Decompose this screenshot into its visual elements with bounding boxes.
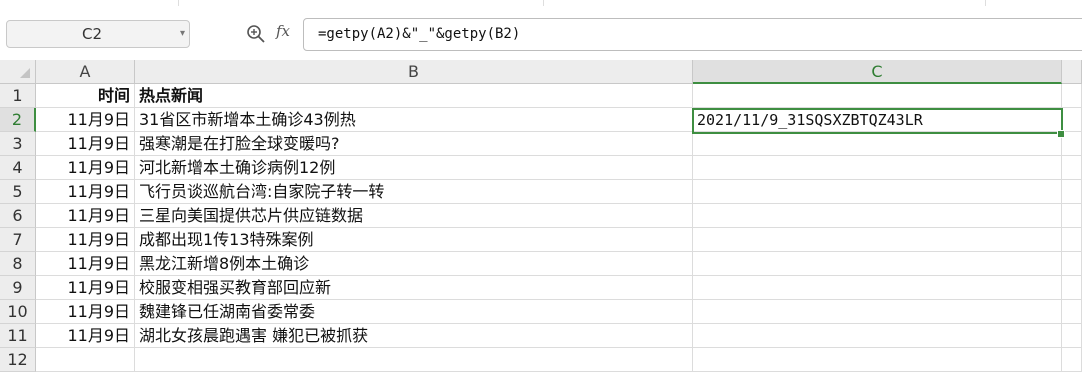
cell-b11[interactable]: 湖北女孩晨跑遇害 嫌犯已被抓获 bbox=[135, 324, 693, 348]
row-header-12[interactable]: 12 bbox=[0, 348, 36, 372]
cell-b12[interactable] bbox=[135, 348, 693, 372]
cell-a1[interactable]: 时间 bbox=[36, 84, 135, 108]
cell-c2[interactable]: 2021/11/9_31SQSXZBTQZ43LR bbox=[693, 108, 1062, 132]
cell-b10[interactable]: 魏建锋已任湖南省委常委 bbox=[135, 300, 693, 324]
row-header-3[interactable]: 3 bbox=[0, 132, 36, 156]
cell-d6[interactable] bbox=[1062, 204, 1082, 228]
cell-a2[interactable]: 11月9日 bbox=[36, 108, 135, 132]
row-header-6[interactable]: 6 bbox=[0, 204, 36, 228]
cell-c1[interactable] bbox=[693, 84, 1062, 108]
cell-d1[interactable] bbox=[1062, 84, 1082, 108]
cell-a8[interactable]: 11月9日 bbox=[36, 252, 135, 276]
cell-b7[interactable]: 成都出现1传13特殊案例 bbox=[135, 228, 693, 252]
row-header-10[interactable]: 10 bbox=[0, 300, 36, 324]
cell-d4[interactable] bbox=[1062, 156, 1082, 180]
cell-d11[interactable] bbox=[1062, 324, 1082, 348]
row-header-8[interactable]: 8 bbox=[0, 252, 36, 276]
cell-a10[interactable]: 11月9日 bbox=[36, 300, 135, 324]
cell-c12[interactable] bbox=[693, 348, 1062, 372]
cell-a4[interactable]: 11月9日 bbox=[36, 156, 135, 180]
row-header-5[interactable]: 5 bbox=[0, 180, 36, 204]
cell-b8[interactable]: 黑龙江新增8例本土确诊 bbox=[135, 252, 693, 276]
cell-a11[interactable]: 11月9日 bbox=[36, 324, 135, 348]
cell-a6[interactable]: 11月9日 bbox=[36, 204, 135, 228]
cell-d10[interactable] bbox=[1062, 300, 1082, 324]
formula-bar: C2 ▾ fx =getpy(A2)&"_"&getpy(B2) bbox=[0, 12, 1082, 60]
name-box[interactable]: C2 ▾ bbox=[6, 20, 190, 48]
fill-handle[interactable] bbox=[1057, 130, 1065, 138]
cell-b6[interactable]: 三星向美国提供芯片供应链数据 bbox=[135, 204, 693, 228]
cell-d7[interactable] bbox=[1062, 228, 1082, 252]
fx-icon[interactable]: fx bbox=[276, 22, 290, 40]
cell-c7[interactable] bbox=[693, 228, 1062, 252]
row-header-7[interactable]: 7 bbox=[0, 228, 36, 252]
column-header-b[interactable]: B bbox=[135, 60, 693, 84]
cell-c11[interactable] bbox=[693, 324, 1062, 348]
cell-a12[interactable] bbox=[36, 348, 135, 372]
column-header-a[interactable]: A bbox=[36, 60, 135, 84]
name-box-value: C2 bbox=[81, 25, 103, 43]
cell-c8[interactable] bbox=[693, 252, 1062, 276]
select-all-icon bbox=[20, 68, 30, 78]
row-header-9[interactable]: 9 bbox=[0, 276, 36, 300]
cell-d2[interactable] bbox=[1062, 108, 1082, 132]
row-header-2[interactable]: 2 bbox=[0, 108, 36, 132]
cell-d12[interactable] bbox=[1062, 348, 1082, 372]
cell-b2[interactable]: 31省区市新增本土确诊43例热 bbox=[135, 108, 693, 132]
cell-b5[interactable]: 飞行员谈巡航台湾:自家院子转一转 bbox=[135, 180, 693, 204]
cell-a7[interactable]: 11月9日 bbox=[36, 228, 135, 252]
select-all-corner[interactable] bbox=[0, 60, 36, 84]
toolbar-divider bbox=[543, 0, 544, 6]
row-header-1[interactable]: 1 bbox=[0, 84, 36, 108]
cell-c10[interactable] bbox=[693, 300, 1062, 324]
row-header-11[interactable]: 11 bbox=[0, 324, 36, 348]
cell-a5[interactable]: 11月9日 bbox=[36, 180, 135, 204]
cell-b4[interactable]: 河北新增本土确诊病例12例 bbox=[135, 156, 693, 180]
cell-b9[interactable]: 校服变相强买教育部回应新 bbox=[135, 276, 693, 300]
cell-d8[interactable] bbox=[1062, 252, 1082, 276]
search-zoom-icon[interactable] bbox=[246, 24, 266, 44]
chevron-down-icon[interactable]: ▾ bbox=[180, 26, 185, 42]
cell-a3[interactable]: 11月9日 bbox=[36, 132, 135, 156]
cell-d5[interactable] bbox=[1062, 180, 1082, 204]
cell-c5[interactable] bbox=[693, 180, 1062, 204]
toolbar-divider bbox=[985, 0, 986, 6]
column-header-d[interactable] bbox=[1062, 60, 1082, 84]
cell-c3[interactable] bbox=[693, 132, 1062, 156]
formula-input[interactable]: =getpy(A2)&"_"&getpy(B2) bbox=[303, 18, 1082, 51]
cell-a9[interactable]: 11月9日 bbox=[36, 276, 135, 300]
cell-c4[interactable] bbox=[693, 156, 1062, 180]
column-header-c[interactable]: C bbox=[693, 60, 1062, 84]
formula-text: =getpy(A2)&"_"&getpy(B2) bbox=[318, 26, 521, 42]
toolbar-divider bbox=[178, 0, 179, 6]
cell-d9[interactable] bbox=[1062, 276, 1082, 300]
cell-c6[interactable] bbox=[693, 204, 1062, 228]
cell-b1[interactable]: 热点新闻 bbox=[135, 84, 693, 108]
row-header-4[interactable]: 4 bbox=[0, 156, 36, 180]
cell-c9[interactable] bbox=[693, 276, 1062, 300]
spreadsheet-grid: A B C 1 时间 热点新闻 2 11月9日 31省区市新增本土确诊43例热 2021/1… bbox=[0, 60, 1082, 372]
cell-b3[interactable]: 强寒潮是在打脸全球变暖吗? bbox=[135, 132, 693, 156]
cell-d3[interactable] bbox=[1062, 132, 1082, 156]
